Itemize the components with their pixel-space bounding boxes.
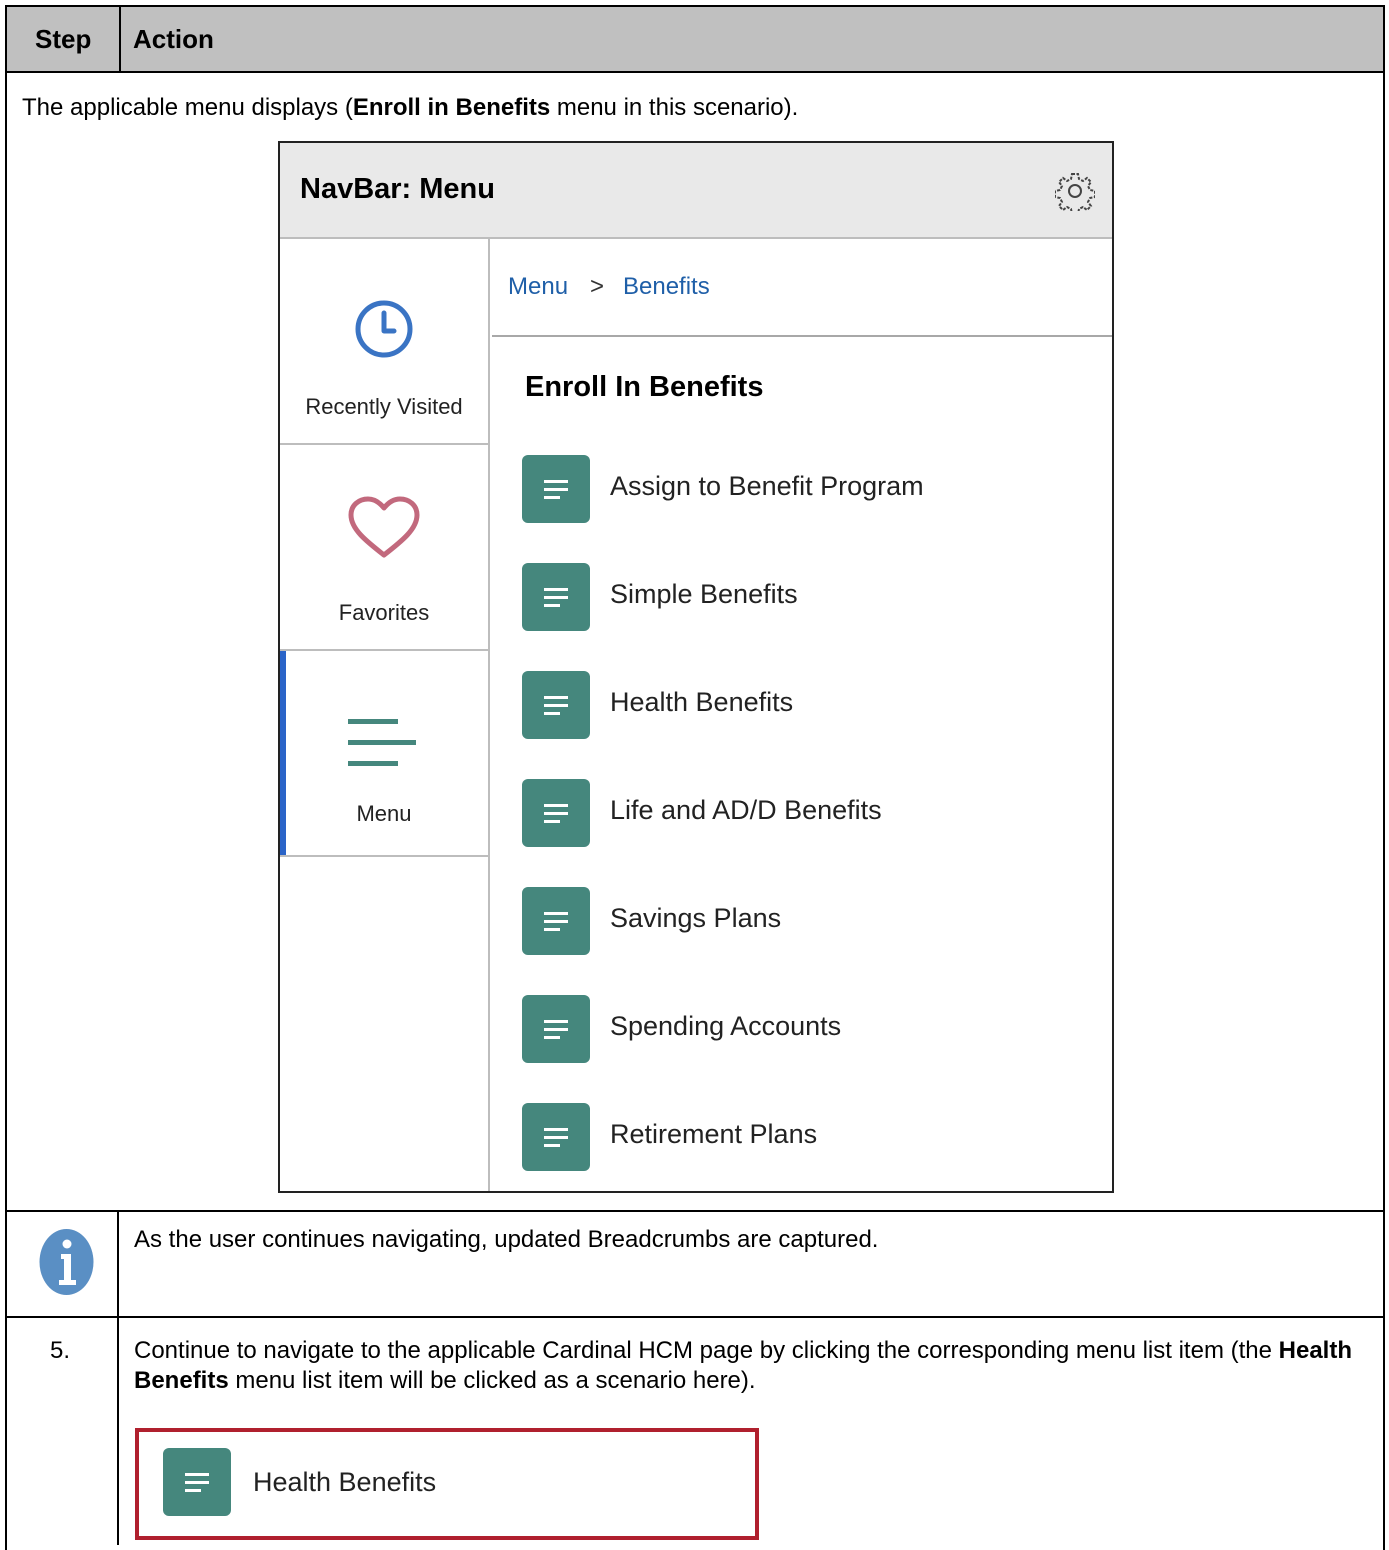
heart-icon [348, 496, 420, 558]
intro-text: The applicable menu displays (Enroll in … [22, 94, 799, 121]
list-item-icon [163, 1448, 231, 1516]
menu-section-title: Enroll In Benefits [525, 371, 764, 403]
side-item-label: Favorites [338, 600, 430, 625]
breadcrumb-separator-icon: > [590, 273, 605, 300]
list-item-icon [522, 1103, 590, 1171]
header-step: Step [35, 23, 92, 54]
side-item-menu[interactable]: Menu [280, 651, 488, 857]
list-item-icon [522, 455, 590, 523]
menu-list-item-label: Simple Benefits [610, 579, 798, 609]
step-number: 5. [50, 1337, 71, 1364]
side-item-label: Recently Visited [305, 394, 463, 419]
health-benefits-callout[interactable]: Health Benefits [135, 1428, 759, 1540]
breadcrumb-item[interactable]: Menu [508, 273, 568, 301]
side-item-recently-visited[interactable]: Recently Visited [280, 239, 488, 445]
menu-list-item[interactable]: Assign to Benefit Program [520, 453, 1080, 529]
side-item-label: Menu [356, 801, 412, 826]
list-item-icon [522, 995, 590, 1063]
menu-list-item-label: Retirement Plans [610, 1119, 818, 1149]
menu-list-item[interactable]: Life and AD/D Benefits [520, 777, 1080, 853]
breadcrumb: Menu > Benefits [492, 239, 1112, 337]
menu-list-item-label: Assign to Benefit Program [610, 471, 924, 501]
side-nav: Recently Visited Favorites Menu [280, 239, 490, 1191]
menu-list-item-label: Spending Accounts [610, 1011, 842, 1041]
table-header: Step Action [5, 5, 1385, 73]
menu-list-item[interactable]: Savings Plans [520, 885, 1080, 961]
header-action: Action [133, 23, 214, 54]
side-item-favorites[interactable]: Favorites [280, 445, 488, 651]
row-divider [5, 1210, 1385, 1212]
menu-list-item[interactable]: Health Benefits [520, 669, 1080, 745]
panel-title: NavBar: Menu [300, 173, 495, 205]
list-item-icon [522, 779, 590, 847]
row-divider [5, 1316, 1385, 1318]
list-item-icon [522, 671, 590, 739]
gear-icon[interactable] [1054, 171, 1096, 215]
list-item-icon [522, 887, 590, 955]
list-item-icon [522, 563, 590, 631]
menu-list-item-label: Savings Plans [610, 903, 782, 933]
info-icon [39, 1228, 94, 1296]
breadcrumb-item[interactable]: Benefits [623, 273, 710, 301]
navbar-menu-panel: NavBar: Menu Recently Visited Favorites [278, 141, 1114, 1193]
menu-list-item[interactable]: Spending Accounts [520, 993, 1080, 1069]
panel-header: NavBar: Menu [280, 143, 1112, 239]
header-divider [119, 7, 121, 71]
menu-list-item-label: Life and AD/D Benefits [610, 795, 882, 825]
clock-icon [355, 300, 413, 358]
note-text: As the user continues navigating, update… [134, 1226, 879, 1253]
menu-lines-icon [348, 719, 416, 766]
menu-list-item[interactable]: Simple Benefits [520, 561, 1080, 637]
callout-label: Health Benefits [253, 1467, 437, 1497]
menu-list-item[interactable]: Retirement Plans [520, 1101, 1080, 1177]
step-instruction: Continue to navigate to the applicable C… [134, 1337, 1352, 1394]
menu-list-item-label: Health Benefits [610, 687, 794, 717]
column-divider [117, 1210, 119, 1545]
